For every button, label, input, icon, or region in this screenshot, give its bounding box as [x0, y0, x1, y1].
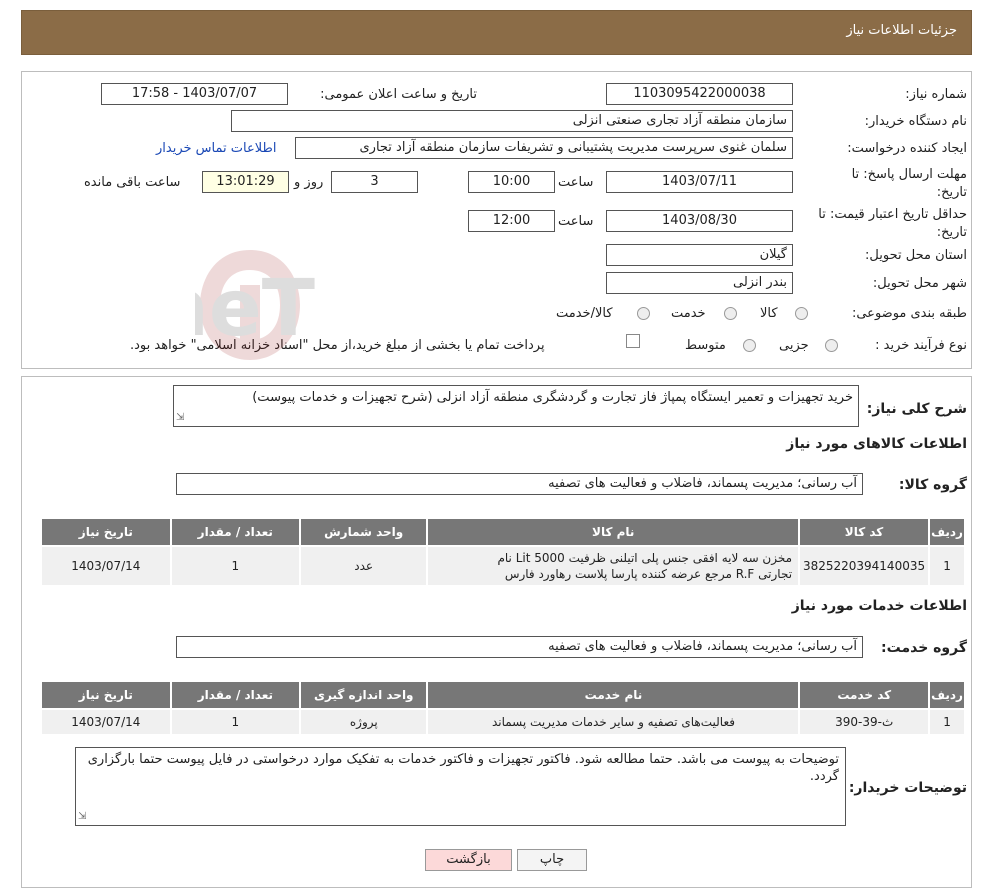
buyer-label: نام دستگاه خریدار: [864, 114, 967, 129]
table-row: 1 3825220394140035 مخزن سه لایه افقی جنس… [40, 545, 966, 587]
description-label: شرح کلی نیاز: [866, 401, 967, 417]
deadline-date-field: 1403/07/11 [606, 171, 793, 193]
watermark-logo: AriaTender.neT [0, 240, 795, 370]
deadline-time-label: ساعت [558, 175, 594, 190]
cell-code: ث-39-390 [798, 708, 931, 736]
page-header: جزئیات اطلاعات نیاز [21, 10, 972, 55]
col-date: تاریخ نیاز [40, 517, 172, 547]
category-label: طبقه بندی موضوعی: [851, 306, 967, 321]
announce-datetime-field: 1403/07/07 - 17:58 [101, 83, 288, 105]
creator-field: سلمان غنوی سرپرست مدیریت پشتیبانی و تشری… [295, 137, 793, 159]
page-title: جزئیات اطلاعات نیاز [846, 23, 957, 38]
col-code: کد کالا [798, 517, 931, 547]
cell-unit: پروژه [299, 708, 429, 736]
buyer-contact-link[interactable]: اطلاعات تماس خریدار [156, 141, 276, 156]
validity-date-field: 1403/08/30 [606, 210, 793, 232]
goods-group-label: گروه کالا: [898, 477, 967, 493]
watermark-text: AriaTender.neT [195, 264, 315, 354]
resize-handle-icon[interactable]: ⇲ [176, 409, 184, 426]
print-button[interactable]: چاپ [517, 849, 587, 871]
province-label: استان محل تحویل: [865, 248, 967, 263]
need-number-field: 1103095422000038 [606, 83, 793, 105]
col-row: ردیف [928, 680, 966, 710]
cell-qty: 1 [169, 545, 301, 587]
buyer-field: سازمان منطقه آزاد تجاری صنعتی انزلی [231, 110, 793, 132]
cell-row: 1 [928, 708, 966, 736]
col-code: کد خدمت [798, 680, 931, 710]
announce-label: تاریخ و ساعت اعلان عمومی: [320, 87, 477, 102]
deadline-label: مهلت ارسال پاسخ: تا تاریخ: [851, 167, 967, 200]
process-radio-minor[interactable] [825, 339, 838, 352]
col-unit: واحد شمارش [298, 517, 429, 547]
creator-label: ایجاد کننده درخواست: [847, 141, 967, 156]
category-radio-goods[interactable] [795, 307, 808, 320]
cell-code: 3825220394140035 [798, 545, 931, 587]
goods-table-header: ردیف کد کالا نام کالا واحد شمارش تعداد /… [40, 517, 966, 547]
col-qty: تعداد / مقدار [169, 517, 301, 547]
services-table-header: ردیف کد خدمت نام خدمت واحد اندازه گیری ت… [40, 680, 966, 710]
validity-time-field: 12:00 [468, 210, 555, 232]
validity-label: حداقل تاریخ اعتبار قیمت: تا تاریخ: [818, 207, 967, 240]
city-label: شهر محل تحویل: [872, 276, 967, 291]
cell-name: مخزن سه لایه افقی جنس پلی اتیلنی ظرفیت 5… [426, 545, 801, 587]
services-group-field: آب رسانی؛ مدیریت پسماند، فاضلاب و فعالیت… [176, 636, 863, 658]
cell-name-line2: تجارتی R.F مرجع عرضه کننده پارسا پلاست ر… [504, 567, 793, 581]
cell-name: فعالیت‌های تصفیه و سایر خدمات مدیریت پسم… [426, 708, 801, 736]
cell-date: 1403/07/14 [40, 545, 172, 587]
services-group-label: گروه خدمت: [881, 640, 967, 656]
cell-date: 1403/07/14 [40, 708, 172, 736]
description-textarea[interactable]: خرید تجهیزات و تعمیر ایستگاه پمپاژ فاز ت… [173, 385, 859, 427]
goods-section-title: اطلاعات کالاهای مورد نیاز [786, 436, 967, 452]
back-button[interactable]: بازگشت [425, 849, 512, 871]
table-row: 1 ث-39-390 فعالیت‌های تصفیه و سایر خدمات… [40, 708, 966, 736]
cell-unit: عدد [298, 545, 429, 587]
deadline-time-field: 10:00 [468, 171, 555, 193]
days-remaining-field: 3 [331, 171, 418, 193]
goods-group-field: آب رسانی؛ مدیریت پسماند، فاضلاب و فعالیت… [176, 473, 863, 495]
remaining-time-field: 13:01:29 [202, 171, 289, 193]
services-section-title: اطلاعات خدمات مورد نیاز [791, 598, 967, 614]
goods-table: ردیف کد کالا نام کالا واحد شمارش تعداد /… [40, 517, 966, 587]
buyer-notes-text: توضیحات به پیوست می باشد. حتما مطالعه شو… [87, 752, 839, 784]
col-name: نام کالا [426, 517, 801, 547]
description-text: خرید تجهیزات و تعمیر ایستگاه پمپاژ فاز ت… [252, 390, 853, 405]
services-table: ردیف کد خدمت نام خدمت واحد اندازه گیری ت… [40, 680, 966, 736]
col-name: نام خدمت [426, 680, 801, 710]
validity-time-label: ساعت [558, 214, 594, 229]
col-date: تاریخ نیاز [40, 680, 172, 710]
process-label: نوع فرآیند خرید : [875, 338, 967, 353]
cell-row: 1 [928, 545, 966, 587]
remaining-label: ساعت باقی مانده [84, 175, 181, 190]
cell-qty: 1 [169, 708, 302, 736]
buyer-notes-label: توضیحات خریدار: [848, 780, 967, 796]
need-number-label: شماره نیاز: [905, 87, 967, 102]
col-row: ردیف [928, 517, 966, 547]
col-qty: تعداد / مقدار [169, 680, 302, 710]
cell-name-line1: مخزن سه لایه افقی جنس پلی اتیلنی ظرفیت 5… [497, 551, 793, 565]
resize-handle-icon[interactable]: ⇲ [78, 808, 86, 825]
buyer-notes-textarea[interactable]: توضیحات به پیوست می باشد. حتما مطالعه شو… [75, 747, 846, 826]
col-unit: واحد اندازه گیری [299, 680, 429, 710]
days-label: روز و [294, 175, 324, 190]
